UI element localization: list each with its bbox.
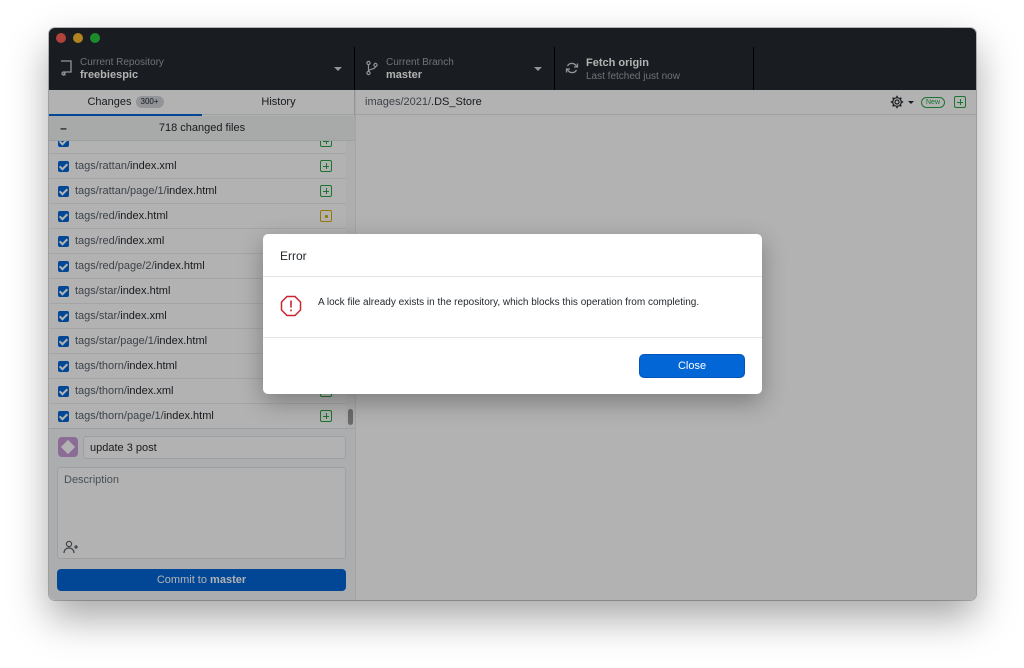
- dialog-message: A lock file already exists in the reposi…: [318, 297, 700, 308]
- dialog-divider: [263, 276, 762, 277]
- error-dialog: Error A lock file already exists in the …: [263, 234, 762, 394]
- dialog-title: Error: [280, 249, 307, 263]
- close-button[interactable]: Close: [640, 355, 744, 377]
- dialog-divider: [263, 337, 762, 338]
- error-octagon-icon: [280, 295, 302, 317]
